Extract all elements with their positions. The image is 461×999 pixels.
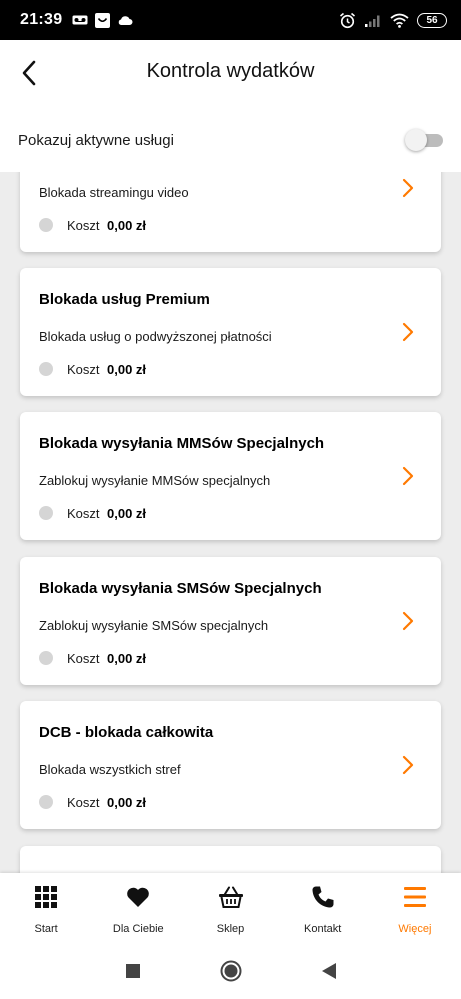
chevron-right-icon [402, 611, 414, 631]
battery-icon: 56 [417, 12, 447, 28]
nav-item-kontakt[interactable]: Kontakt [277, 873, 369, 943]
service-card[interactable]: Blokada streamingu video Koszt 0,00 zł [20, 172, 441, 252]
services-list[interactable]: Blokada streamingu video Koszt 0,00 zł B… [0, 172, 461, 873]
page-title: Kontrola wydatków [146, 60, 315, 82]
service-title: DCB - blokada całkowita [39, 724, 214, 741]
service-title: Blokada wysyłania MMSów Specjalnych [39, 435, 325, 452]
service-card[interactable]: Blokada usług Premium Blokada usług o po… [20, 268, 441, 396]
alarm-icon [339, 12, 356, 28]
status-bar: 21:39 56 [0, 0, 461, 40]
cost-indicator [39, 795, 53, 809]
service-description: Blokada usług o podwyższonej płatności [39, 329, 272, 344]
service-card[interactable]: DCB - blokada całkowita Blokada wszystki… [20, 701, 441, 829]
cost-label: Koszt [67, 218, 100, 233]
status-time: 21:39 [20, 11, 63, 28]
service-description: Zablokuj wysyłanie MMSów specjalnych [39, 473, 271, 488]
cost-indicator [39, 362, 53, 376]
triangle-back-icon [321, 963, 336, 979]
shopping-bag-icon [95, 12, 111, 28]
service-description: Zablokuj wysyłanie SMSów specjalnych [39, 618, 269, 633]
nav-label: Start [34, 923, 58, 935]
chevron-right-icon [402, 178, 414, 198]
basket-icon [218, 886, 243, 908]
active-services-toggle[interactable] [405, 129, 443, 151]
voicemail-icon [72, 15, 88, 25]
grid-icon [35, 886, 58, 908]
service-card[interactable]: Blokada wysyłania MMSów Specjalnych Zabl… [20, 412, 441, 540]
active-services-label: Pokazuj aktywne usługi [18, 131, 174, 149]
cost-indicator [39, 218, 53, 232]
system-navigation-bar [0, 943, 461, 999]
app-header: Kontrola wydatków [0, 40, 461, 108]
back-system-button[interactable] [316, 958, 342, 984]
cost-value: 0,00 zł [107, 506, 147, 521]
cost-label: Koszt [67, 362, 100, 377]
signal-icon [365, 15, 380, 27]
status-system-icons: 56 [339, 12, 447, 29]
chevron-right-icon [402, 466, 414, 486]
service-description: Blokada streamingu video [39, 185, 189, 200]
nav-item-wiecej[interactable]: Więcej [369, 873, 461, 943]
nav-label: Sklep [216, 923, 245, 935]
cost-label: Koszt [67, 651, 100, 666]
heart-icon [127, 887, 150, 907]
service-description: Blokada wszystkich stref [39, 762, 181, 777]
menu-icon [403, 887, 426, 907]
home-button[interactable] [218, 958, 244, 984]
recents-button[interactable] [120, 958, 146, 984]
service-card[interactable]: Blokada wysyłania SMSów Specjalnych Zabl… [20, 557, 441, 685]
bottom-navigation: Start Dla Ciebie Sklep Kontakt Więcej [0, 873, 461, 943]
cloud-icon [119, 15, 133, 25]
chevron-right-icon [402, 322, 414, 342]
toggle-thumb [405, 129, 427, 151]
nav-item-dla-ciebie[interactable]: Dla Ciebie [92, 873, 184, 943]
active-services-filter: Pokazuj aktywne usługi [0, 108, 461, 172]
cost-value: 0,00 zł [107, 651, 147, 666]
status-notification-icons [72, 12, 133, 28]
service-card-partial[interactable] [20, 846, 441, 873]
cost-value: 0,00 zł [107, 362, 147, 377]
chevron-right-icon [402, 755, 414, 775]
nav-label: Więcej [398, 923, 432, 935]
service-title: Blokada usług Premium [39, 291, 210, 308]
cost-value: 0,00 zł [107, 795, 147, 810]
cost-label: Koszt [67, 506, 100, 521]
cost-indicator [39, 506, 53, 520]
phone-icon [312, 886, 334, 908]
nav-label: Dla Ciebie [112, 923, 164, 935]
nav-item-sklep[interactable]: Sklep [184, 873, 276, 943]
service-title: Blokada wysyłania SMSów Specjalnych [39, 580, 322, 597]
nav-item-start[interactable]: Start [0, 873, 92, 943]
cost-value: 0,00 zł [107, 218, 147, 233]
cost-label: Koszt [67, 795, 100, 810]
circle-icon [220, 960, 241, 982]
battery-level: 56 [426, 14, 438, 26]
square-icon [125, 964, 140, 978]
cost-indicator [39, 651, 53, 665]
nav-label: Kontakt [304, 923, 342, 935]
wifi-icon [390, 13, 409, 28]
